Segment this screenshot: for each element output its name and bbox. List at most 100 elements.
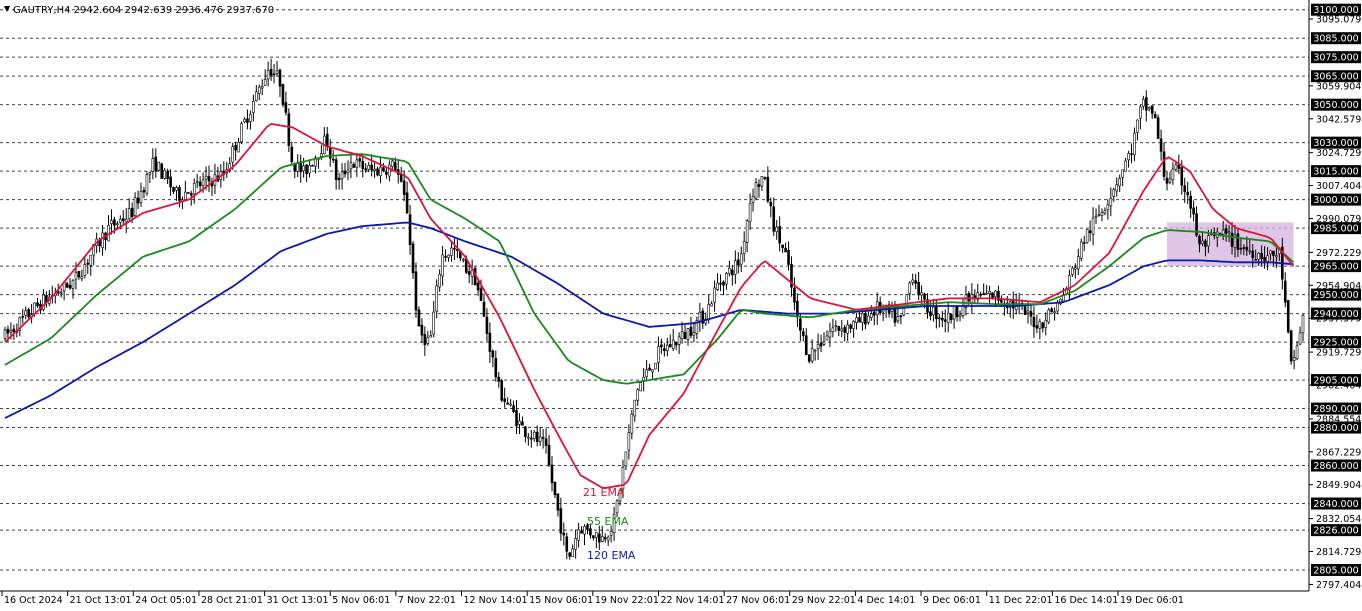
candle-body <box>343 170 347 175</box>
candle-body <box>1082 242 1086 244</box>
candle-body <box>1144 97 1148 111</box>
candle-body <box>781 244 784 248</box>
price-tick-label: 3007.404 <box>1316 181 1361 192</box>
candle-body <box>175 187 178 191</box>
candle-body <box>775 226 779 233</box>
level-label: 2940.000 <box>1313 309 1358 320</box>
candle-body <box>606 536 610 541</box>
time-tick-label: 27 Nov 06:01 <box>726 595 790 606</box>
candle-body <box>1103 210 1107 214</box>
candle-body <box>1130 153 1133 155</box>
candle-body <box>624 451 628 467</box>
candle-body <box>663 348 666 351</box>
candle-body <box>538 436 542 442</box>
candle-body <box>1292 356 1296 361</box>
candle-body <box>654 362 657 370</box>
candle-body <box>689 326 693 336</box>
candle-body <box>603 537 607 540</box>
price-tick-label: 2797.404 <box>1316 580 1361 591</box>
candle-body <box>77 270 81 278</box>
candle-body <box>867 315 870 323</box>
level-label: 2965.000 <box>1313 262 1358 273</box>
candle-body <box>553 481 557 496</box>
candle-body <box>600 536 604 542</box>
candle-body <box>1165 177 1169 184</box>
candle-body <box>1266 255 1269 262</box>
candle-body <box>1251 250 1255 259</box>
candle-body <box>184 191 187 200</box>
candle-body <box>831 327 835 332</box>
candle-body <box>485 316 489 334</box>
candle-body <box>828 330 832 338</box>
candle-body <box>979 294 983 296</box>
candle-body <box>843 327 847 333</box>
candle-body <box>435 285 438 312</box>
candle-body <box>83 264 87 276</box>
candle-body <box>56 291 60 294</box>
candle-body <box>21 315 25 318</box>
candle-body <box>769 201 773 207</box>
candle-body <box>1056 302 1059 312</box>
candle-body <box>284 102 288 113</box>
candle-body <box>151 158 155 172</box>
candle-body <box>89 255 93 266</box>
candle-body <box>257 86 261 94</box>
candle-body <box>101 232 104 248</box>
candle-body <box>1301 315 1305 334</box>
candle-body <box>778 226 781 244</box>
candle-body <box>896 316 900 322</box>
candle-body <box>535 431 539 442</box>
candle-body <box>305 164 308 174</box>
candle-body <box>852 321 855 329</box>
candle-body <box>432 311 436 335</box>
candle-body <box>660 344 663 348</box>
level-label: 3050.000 <box>1313 100 1358 111</box>
candle-body <box>1085 229 1089 243</box>
candle-body <box>1295 345 1299 359</box>
candle-body <box>243 118 246 123</box>
candle-body <box>861 312 864 323</box>
candle-body <box>952 306 956 320</box>
candle-body <box>1275 255 1278 258</box>
candle-body <box>858 317 861 323</box>
candle-body <box>757 184 761 187</box>
candle-body <box>249 113 252 122</box>
candle-body <box>722 281 725 286</box>
candle-body <box>639 382 642 392</box>
legend-ema-21: 21 EMA <box>583 486 625 499</box>
candle-body <box>748 203 752 223</box>
candle-body <box>393 162 397 171</box>
candle-body <box>1230 232 1234 247</box>
candle-body <box>376 168 379 176</box>
candle-body <box>1227 231 1231 234</box>
candle-body <box>136 197 140 204</box>
candle-body <box>231 146 234 163</box>
candle-body <box>124 218 128 223</box>
candle-body <box>163 169 166 179</box>
candle-body <box>503 398 506 402</box>
candle-body <box>59 291 63 294</box>
time-tick-label: 22 Nov 14:01 <box>660 595 724 606</box>
candle-body <box>938 317 941 320</box>
candle-body <box>1245 246 1249 251</box>
candle-body <box>1136 119 1139 133</box>
candle-body <box>352 164 356 168</box>
level-label: 2925.000 <box>1313 338 1358 349</box>
candle-body <box>1038 321 1042 329</box>
level-label: 2860.000 <box>1313 461 1358 472</box>
candle-body <box>1106 204 1110 211</box>
price-tick-label: 3059.904 <box>1316 81 1361 92</box>
candle-body <box>810 348 814 362</box>
candle-body <box>1254 259 1257 261</box>
candle-body <box>908 282 912 294</box>
candle-body <box>541 437 545 439</box>
legend-ema-55: 55 EMA <box>587 515 629 528</box>
candle-body <box>461 258 465 261</box>
candle-body <box>1100 211 1104 216</box>
candle-body <box>713 287 716 303</box>
candle-body <box>266 70 270 80</box>
candle-body <box>74 271 78 280</box>
candle-body <box>1121 169 1124 178</box>
time-tick-label: 9 Dec 06:01 <box>923 595 981 606</box>
candle-body <box>420 324 424 336</box>
